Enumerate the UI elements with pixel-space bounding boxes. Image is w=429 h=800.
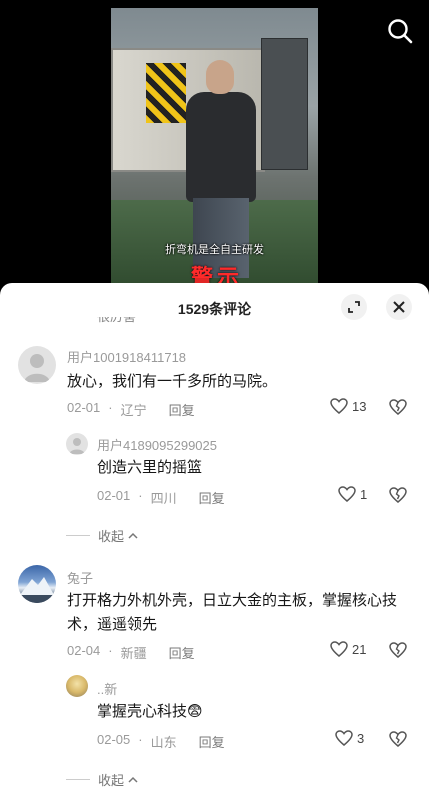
dislike-button[interactable] <box>389 487 407 508</box>
meta-separator: · <box>108 400 113 415</box>
like-button[interactable]: 21 <box>330 641 366 657</box>
expand-button[interactable] <box>341 294 367 320</box>
video-frame[interactable]: 折弯机是全自主研发 警示 <box>111 8 318 290</box>
comment-location: 四川 <box>150 491 177 506</box>
hazard-stripe <box>146 63 186 123</box>
collapse-label: 收起 <box>98 773 125 788</box>
meta-separator: · <box>138 732 143 747</box>
avatar[interactable] <box>66 433 88 455</box>
mountain-avatar-icon <box>20 577 54 603</box>
like-count: 21 <box>352 641 367 657</box>
like-button[interactable]: 3 <box>335 730 364 746</box>
username[interactable]: 兔子 <box>67 568 93 587</box>
reply-button[interactable]: 回复 <box>169 400 195 419</box>
like-count: 3 <box>357 730 365 746</box>
comment-text: 掌握壳心科技😨 <box>97 700 203 724</box>
comment-location: 山东 <box>150 735 177 750</box>
username[interactable]: 用户1001918411718 <box>67 347 186 366</box>
broken-heart-icon <box>389 399 407 415</box>
comment-text-body: 掌握壳心科技 <box>97 703 188 720</box>
dislike-button[interactable] <box>389 399 407 420</box>
like-count: 1 <box>360 486 368 502</box>
video-player[interactable]: 折弯机是全自主研发 警示 <box>0 0 429 290</box>
meta-separator: · <box>108 643 113 658</box>
divider-line <box>66 779 90 780</box>
video-subtitle: 折弯机是全自主研发 <box>165 244 264 256</box>
collapse-replies-button[interactable]: 收起 <box>66 770 139 789</box>
dislike-button[interactable] <box>389 642 407 663</box>
meta-separator: · <box>138 488 143 503</box>
heart-icon <box>330 641 348 657</box>
comment-date: 02-04 <box>67 643 101 658</box>
broken-heart-icon <box>389 731 407 747</box>
reply-button[interactable]: 回复 <box>199 488 225 507</box>
username[interactable]: 用户4189095299025 <box>97 435 217 454</box>
comment-meta: 02-05 · 山东 回复 <box>97 732 225 751</box>
comment-date: 02-05 <box>97 732 131 747</box>
comment-meta: 02-04 · 新疆 回复 <box>67 643 195 662</box>
collapse-replies-button[interactable]: 收起 <box>66 526 139 545</box>
comment-date: 02-01 <box>67 400 101 415</box>
default-avatar-icon <box>24 354 50 382</box>
like-button[interactable]: 1 <box>338 486 367 502</box>
divider-line <box>66 535 90 536</box>
avatar[interactable] <box>66 675 88 697</box>
username[interactable]: ..新 <box>97 679 117 698</box>
avatar[interactable] <box>18 346 56 384</box>
dislike-button[interactable] <box>389 731 407 752</box>
comment-date: 02-01 <box>97 488 131 503</box>
cut-off-text: 很厉害 <box>97 317 136 324</box>
collapse-label: 收起 <box>98 529 125 544</box>
expand-icon <box>348 301 360 313</box>
fearful-emoji: 😨 <box>187 703 203 720</box>
heart-icon <box>338 486 356 502</box>
comment-text: 放心，我们有一千多所的马院。 <box>67 373 278 390</box>
search-icon <box>388 19 413 44</box>
reply-button[interactable]: 回复 <box>199 732 225 751</box>
close-button[interactable] <box>386 294 412 320</box>
chevron-up-icon <box>128 776 138 783</box>
comment-location: 新疆 <box>120 646 147 661</box>
heart-icon <box>330 398 348 414</box>
comment-text: 创造六里的摇篮 <box>97 459 203 476</box>
comment-text: 打开格力外机外壳，日立大金的主板，掌握核心技术，遥遥领先 <box>67 592 398 633</box>
comment-meta: 02-01 · 辽宁 回复 <box>67 400 195 419</box>
like-count: 13 <box>352 398 367 414</box>
broken-heart-icon <box>389 487 407 503</box>
comment-panel: 1529条评论 很厉害 用户1001918411718 放心，我们有一千多所的马… <box>0 283 429 800</box>
broken-heart-icon <box>389 642 407 658</box>
heart-icon <box>335 730 353 746</box>
comment-location: 辽宁 <box>120 403 147 418</box>
default-avatar-icon <box>69 438 85 454</box>
close-icon <box>393 301 405 313</box>
control-cabinet <box>261 38 308 170</box>
reply-button[interactable]: 回复 <box>169 643 195 662</box>
like-button[interactable]: 13 <box>330 398 366 414</box>
chevron-up-icon <box>128 532 138 539</box>
comment-meta: 02-01 · 四川 回复 <box>97 488 225 507</box>
person-head <box>206 60 234 94</box>
person-body <box>186 92 256 202</box>
panel-header: 1529条评论 很厉害 <box>0 283 429 331</box>
avatar[interactable] <box>18 565 56 603</box>
search-button[interactable] <box>385 16 415 46</box>
